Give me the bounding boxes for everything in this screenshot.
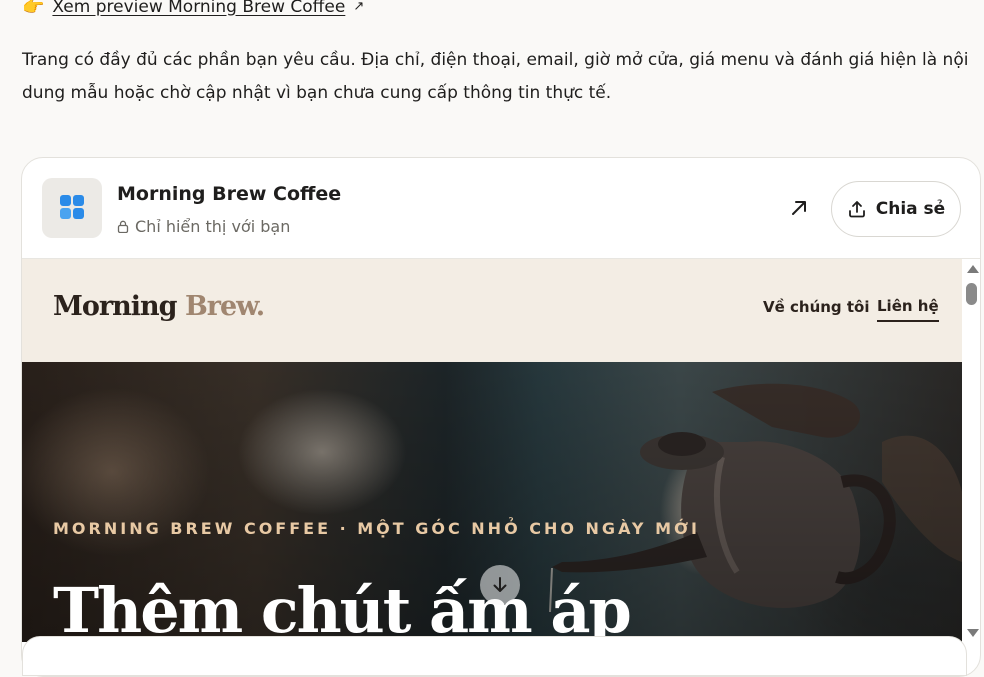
scrollbar-thumb[interactable] — [966, 283, 977, 305]
visibility-text: Chỉ hiển thị với bạn — [135, 217, 291, 236]
hero-eyebrow: MORNING BREW COFFEE · MỘT GÓC NHỎ CHO NG… — [53, 519, 700, 538]
preview-scrollbar[interactable] — [963, 259, 980, 639]
artifact-title: Morning Brew Coffee — [117, 183, 342, 205]
share-upload-icon — [848, 201, 865, 218]
open-external-icon[interactable] — [787, 196, 811, 220]
scroll-down-button[interactable] — [480, 565, 520, 605]
preview-link[interactable]: Xem preview Morning Brew Coffee — [52, 0, 345, 17]
site-preview: Morning Brew. Về chúng tôi Liên hệ MORNI… — [22, 259, 962, 676]
scroll-down-arrow-icon[interactable] — [967, 629, 979, 637]
logo-accent: Brew. — [184, 291, 265, 322]
logo-main: Morning — [53, 291, 178, 322]
artifact-card: Morning Brew Coffee Chỉ hiển thị với bạn… — [21, 157, 981, 677]
hero-title: Thêm chút ấm áp — [53, 574, 632, 642]
preview-link-row: 👉 Xem preview Morning Brew Coffee ↗ — [22, 0, 364, 17]
arrow-down-icon — [493, 577, 507, 592]
nav-contact[interactable]: Liên hệ — [877, 297, 939, 322]
chat-input-bar[interactable] — [22, 636, 967, 676]
pointing-hand-icon: 👉 — [22, 0, 45, 17]
app-grid-icon — [42, 178, 102, 238]
site-logo[interactable]: Morning Brew. — [53, 291, 265, 322]
external-link-icon: ↗ — [353, 0, 365, 14]
share-label: Chia sẻ — [875, 199, 946, 219]
scroll-up-arrow-icon[interactable] — [967, 265, 979, 273]
share-button[interactable]: Chia sẻ — [831, 181, 961, 237]
lock-icon — [117, 220, 129, 233]
site-navbar: Morning Brew. Về chúng tôi Liên hệ — [22, 259, 962, 362]
intro-text: Trang có đầy đủ các phần bạn yêu cầu. Đị… — [22, 50, 969, 103]
artifact-header: Morning Brew Coffee Chỉ hiển thị với bạn… — [22, 158, 980, 259]
visibility-label: Chỉ hiển thị với bạn — [117, 217, 290, 236]
hero-section: MORNING BREW COFFEE · MỘT GÓC NHỎ CHO NG… — [22, 362, 962, 642]
nav-about[interactable]: Về chúng tôi — [763, 298, 870, 316]
